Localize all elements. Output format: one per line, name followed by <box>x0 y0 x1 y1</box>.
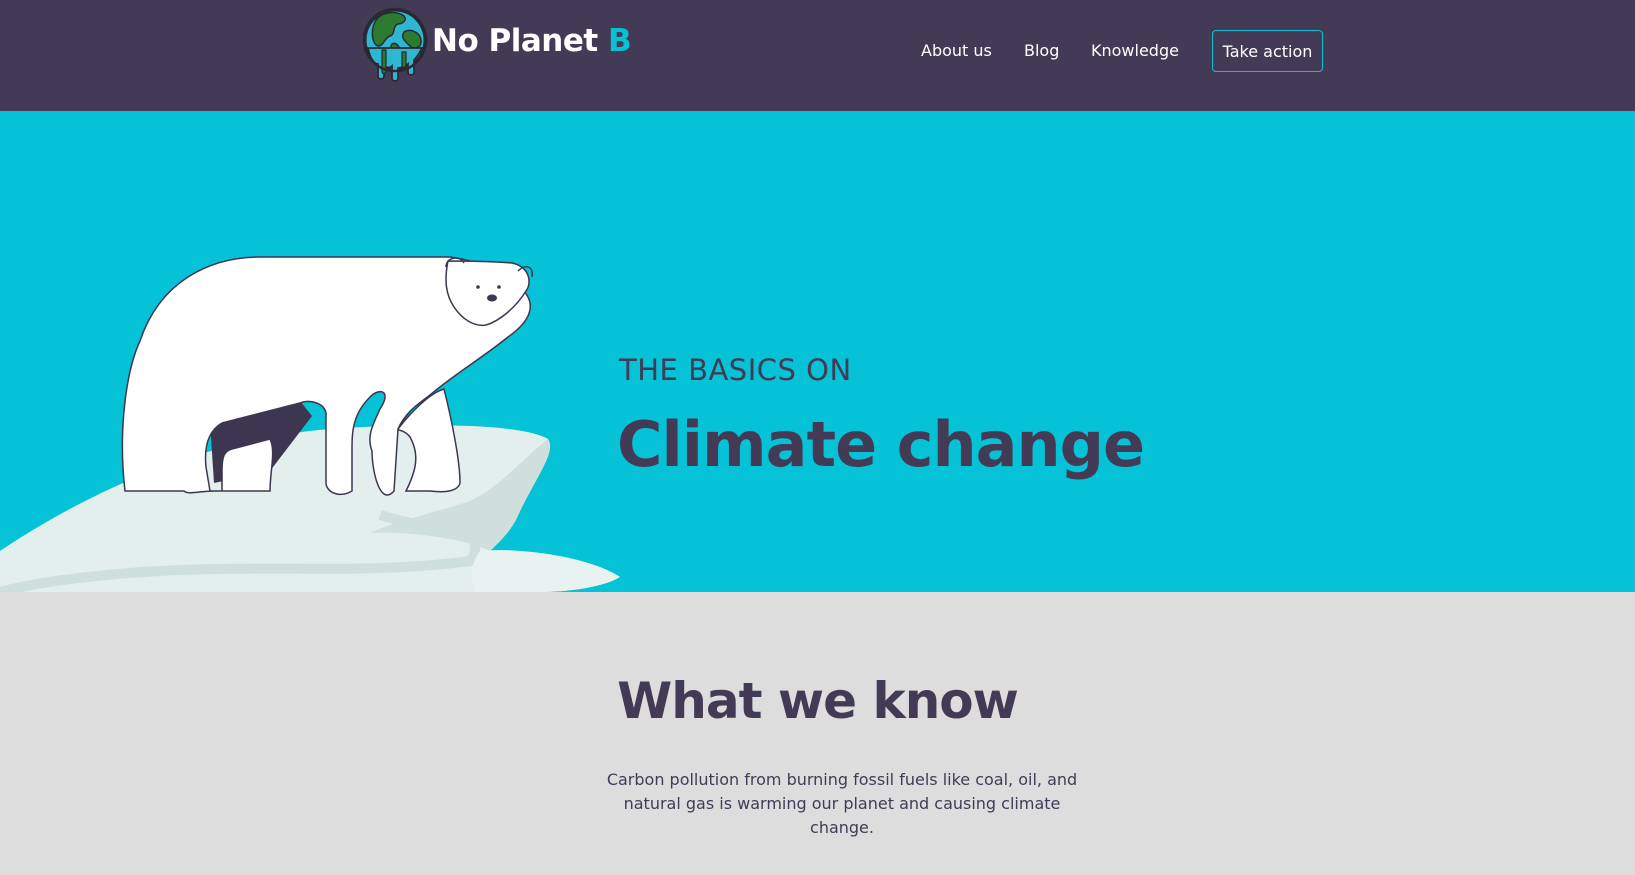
bear-eye-left <box>476 285 480 289</box>
take-action-button[interactable]: Take action <box>1212 30 1323 72</box>
nav-link-about-us[interactable]: About us <box>921 30 992 72</box>
section-title: What we know <box>617 672 1019 730</box>
bear-eye-right <box>497 285 501 289</box>
polar-bear-illustration <box>0 256 620 592</box>
nav-link-knowledge[interactable]: Knowledge <box>1091 30 1179 72</box>
main-nav: About us Blog Knowledge Take action <box>0 30 1635 72</box>
nav-link-blog[interactable]: Blog <box>1024 30 1059 72</box>
site-header: No Planet B About us Blog Knowledge Take… <box>0 0 1635 111</box>
hero-kicker: THE BASICS ON <box>619 353 852 387</box>
what-we-know-section: What we know Carbon pollution from burni… <box>0 592 1635 875</box>
hero-title: Climate change <box>617 408 1145 481</box>
bear-nose <box>487 294 497 302</box>
section-body-text: Carbon pollution from burning fossil fue… <box>606 770 1078 837</box>
hero-section: THE BASICS ON Climate change <box>0 111 1635 592</box>
ice-chunk <box>471 550 620 592</box>
